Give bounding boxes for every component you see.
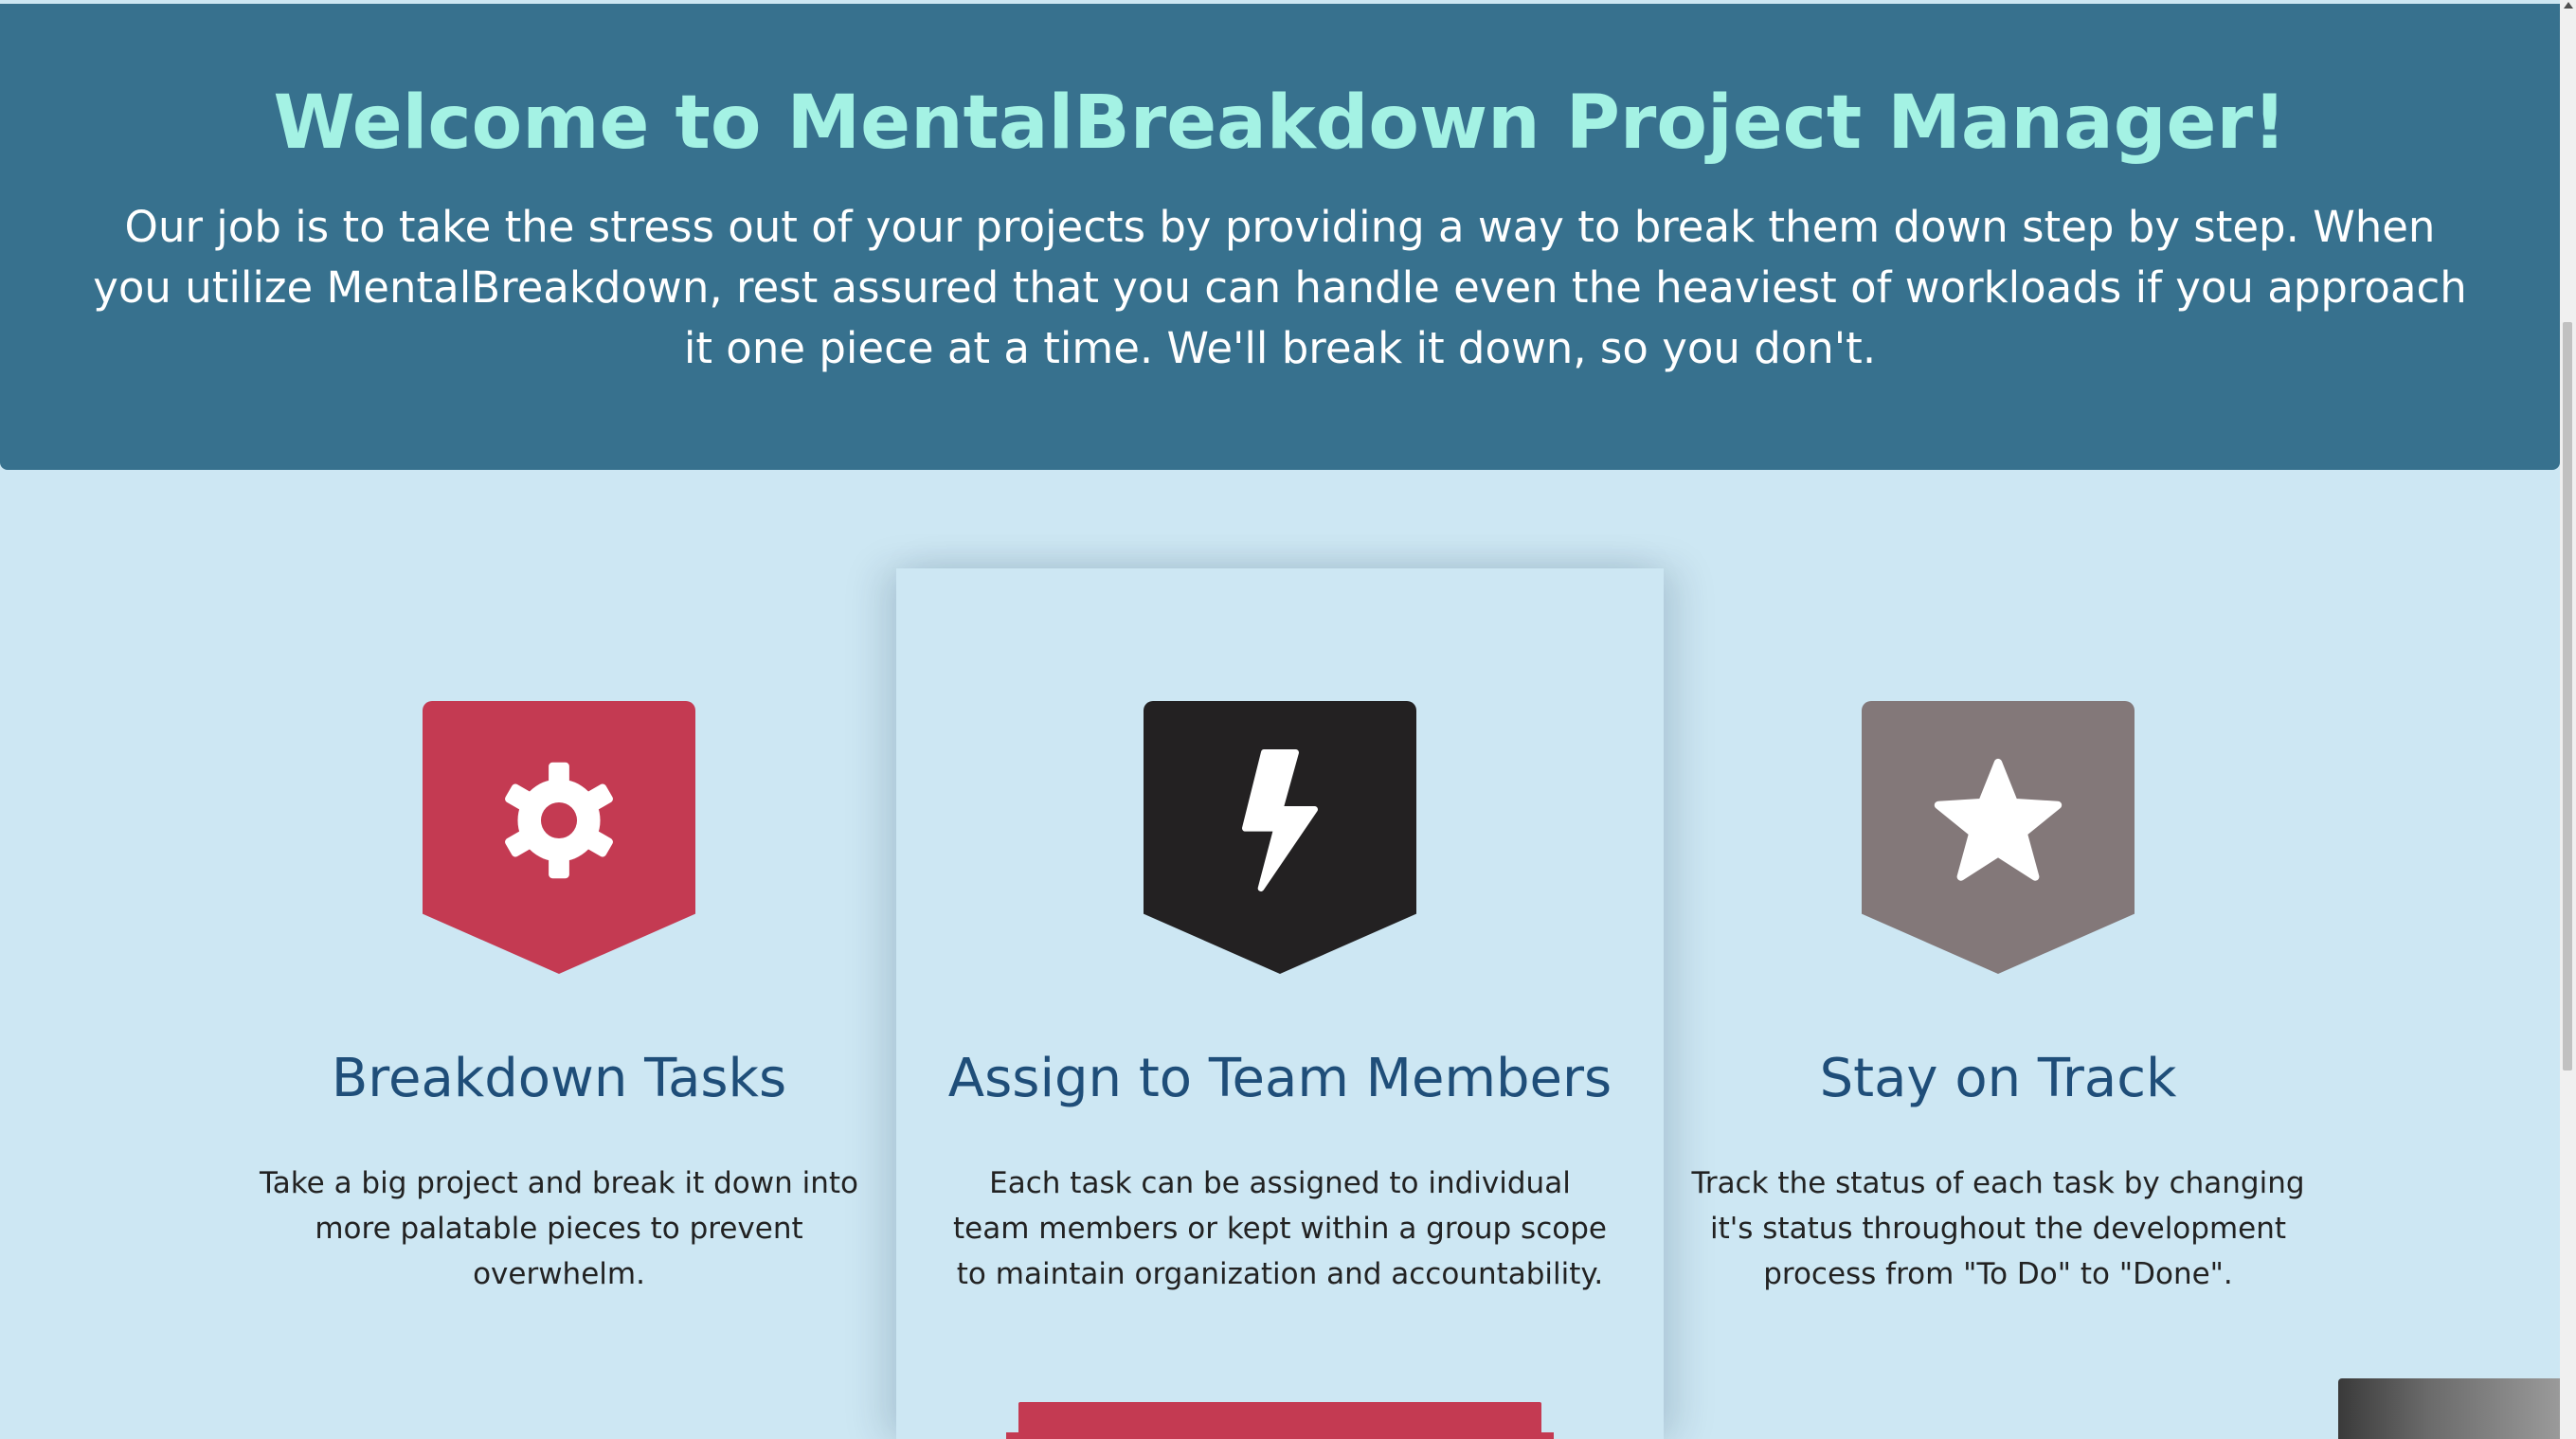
feature-stay-on-track: Stay on Track Track the status of each t… [1614,568,2382,1439]
hero-description: Our job is to take the stress out of you… [93,201,2467,373]
feature-description: Each task can be assigned to individual … [953,1166,1607,1291]
feature-badge [1862,701,2135,974]
feature-badge [423,701,695,974]
page-title: Welcome to MentalBreakdown Project Manag… [273,81,2287,166]
feature-badge [1144,701,1416,974]
feature-assign-team: Assign to Team Members Each task can be … [896,568,1664,1439]
feature-title: Assign to Team Members [947,1048,1612,1109]
feature-title: Breakdown Tasks [331,1048,787,1109]
gear-icon [493,749,625,891]
feature-description: Take a big project and break it down int… [260,1166,858,1291]
lightning-icon [1214,749,1346,891]
page: Welcome to MentalBreakdown Project Manag… [0,0,2560,1439]
feature-breakdown-tasks: Breakdown Tasks Take a big project and b… [175,568,943,1439]
vertical-scrollbar[interactable] [2560,0,2576,1439]
video-thumbnail[interactable] [2338,1378,2560,1439]
scroll-up-arrow-icon[interactable] [2564,2,2573,9]
hero-banner: Welcome to MentalBreakdown Project Manag… [0,4,2560,470]
feature-description: Track the status of each task by changin… [1691,1166,2305,1291]
feature-title: Stay on Track [1819,1048,2177,1109]
features-section: Breakdown Tasks Take a big project and b… [0,568,2560,1439]
scrollbar-thumb[interactable] [2563,322,2572,1070]
cta-button-base [1006,1432,1554,1439]
star-icon [1932,749,2064,891]
